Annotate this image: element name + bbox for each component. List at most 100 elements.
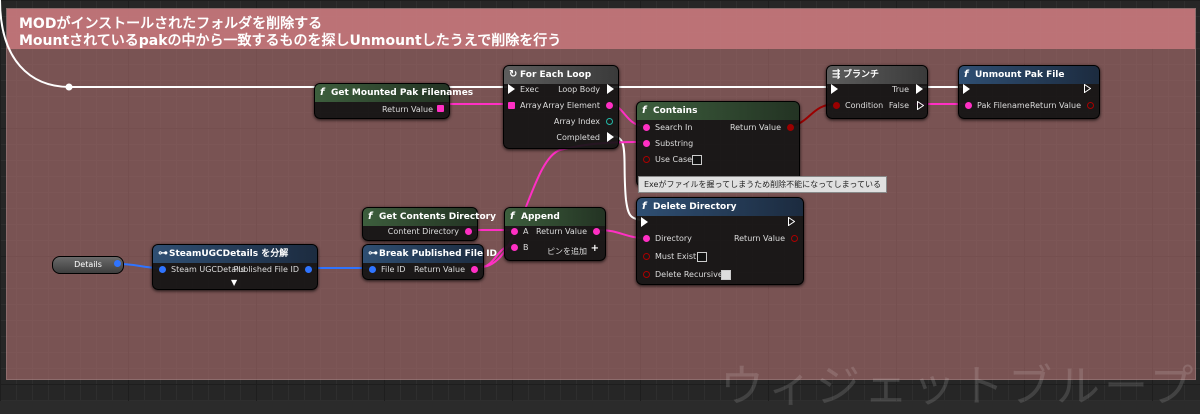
exec-out-pin-unconnected[interactable] [917, 101, 924, 110]
pin-label-return-value: Return Value [1029, 101, 1081, 110]
string-pin[interactable] [643, 124, 650, 131]
pin-label-array-index: Array Index [553, 117, 600, 126]
node-title: Break Published File ID [379, 249, 498, 259]
exec-in-pin[interactable] [641, 217, 648, 227]
bool-pin[interactable] [787, 124, 794, 131]
node-break-published-file-id[interactable]: ⊶ Break Published File ID File ID Return … [362, 244, 497, 280]
bool-pin[interactable] [791, 235, 798, 242]
branch-icon: ⇶ [832, 69, 841, 80]
exec-out-pin[interactable] [607, 132, 614, 142]
function-icon: f [642, 201, 647, 212]
expand-arrow-icon[interactable]: ▼ [231, 278, 237, 287]
struct-pin[interactable] [305, 266, 312, 273]
node-append[interactable]: f Append A B Return Value ピンを追加 + [504, 207, 606, 261]
variable-label: Details [74, 260, 102, 269]
node-unmount-pak-file[interactable]: f Unmount Pak File Pak Filename Return Va… [958, 65, 1100, 119]
string-pin[interactable] [965, 102, 972, 109]
break-struct-icon: ⊶ [368, 248, 378, 259]
delete-recursively-checkbox[interactable] [721, 270, 731, 280]
pin-label-b: B [523, 243, 529, 252]
pin-label-delete-recursively: Delete Recursively [655, 270, 730, 279]
node-title: Get Mounted Pak Filenames [331, 88, 474, 98]
pin-label-array-element: Array Element [542, 101, 600, 110]
break-struct-icon: ⊶ [158, 248, 168, 259]
function-icon: f [642, 105, 647, 116]
pin-label-loop-body: Loop Body [558, 85, 600, 94]
node-get-mounted-pak-filenames[interactable]: f Get Mounted Pak Filenames Return Value [314, 83, 473, 119]
pin-label-array: Array [520, 101, 542, 110]
string-pin[interactable] [471, 266, 478, 273]
node-break-steam-ugc-details[interactable]: ⊶ SteamUGCDetails を分解 Steam UGCDetails Pu… [152, 244, 318, 290]
node-title: Get Contents Directory [379, 212, 496, 222]
add-pin-label[interactable]: ピンを追加 [547, 246, 587, 257]
array-pin-icon[interactable] [508, 102, 515, 109]
wires-layer [0, 0, 966, 269]
function-icon: f [964, 69, 969, 80]
use-case-checkbox[interactable] [692, 155, 702, 165]
exec-wire [0, 0, 507, 88]
function-icon: f [510, 211, 515, 222]
node-for-each-loop[interactable]: ↻ For Each Loop Exec Array Loop Body Arra… [503, 65, 619, 149]
must-exist-checkbox[interactable] [697, 252, 707, 262]
bool-pin[interactable] [643, 156, 650, 163]
reroute-node [65, 83, 73, 91]
node-get-contents-directory[interactable]: f Get Contents Directory Content Director… [362, 207, 496, 241]
pin-label-search-in: Search In [655, 123, 693, 132]
int-pin[interactable] [606, 118, 613, 125]
string-pin[interactable] [465, 228, 472, 235]
pin-label-return-value: Return Value [413, 265, 465, 274]
node-title: Contains [653, 106, 698, 116]
pin-label-a: A [523, 227, 529, 236]
pin-label-use-case: Use Case [655, 155, 693, 164]
function-icon: f [320, 87, 325, 98]
exec-out-pin-unconnected[interactable] [788, 217, 795, 226]
pin-label-directory: Directory [655, 234, 692, 243]
node-title: Delete Directory [653, 202, 737, 212]
pin-label-return-value: Return Value [729, 123, 781, 132]
string-pin[interactable] [593, 228, 600, 235]
pin-label-return-value: Return Value [381, 105, 433, 114]
bool-pin[interactable] [643, 271, 650, 278]
node-branch[interactable]: ⇶ ブランチ Condition True False [826, 65, 928, 119]
pin-label-content-directory: Content Directory [387, 227, 459, 236]
string-pin[interactable] [511, 228, 518, 235]
exec-in-pin[interactable] [831, 84, 838, 94]
pin-label-true: True [892, 85, 909, 94]
exec-in-pin[interactable] [963, 84, 970, 94]
struct-pin[interactable] [159, 266, 166, 273]
bool-pin[interactable] [1087, 102, 1094, 109]
loop-icon: ↻ [509, 69, 518, 80]
exec-in-pin[interactable] [508, 84, 515, 94]
string-pin[interactable] [511, 244, 518, 251]
pin-label-substring: Substring [655, 139, 694, 148]
add-pin-icon[interactable]: + [591, 243, 599, 254]
node-delete-directory[interactable]: f Delete Directory Directory Return Value… [636, 197, 804, 285]
pin-label-false: False [888, 101, 909, 110]
string-pin[interactable] [643, 235, 650, 242]
bool-pin[interactable] [833, 102, 840, 109]
function-icon: f [368, 211, 373, 222]
node-comment-bubble: Exeがファイルを握ってしまうため削除不能になってしまっている [638, 176, 887, 193]
node-title: ブランチ [843, 70, 880, 80]
pin-label-must-exist: Must Exist [655, 252, 697, 261]
array-pin-icon[interactable] [437, 105, 444, 112]
string-pin[interactable] [643, 140, 650, 147]
node-title: SteamUGCDetails を分解 [169, 249, 289, 259]
bool-pin[interactable] [643, 253, 650, 260]
variable-details[interactable]: Details [52, 256, 124, 274]
pin-label-pak-filename: Pak Filename [977, 101, 1030, 110]
node-title: Append [521, 212, 560, 222]
exec-out-pin-unconnected[interactable] [1084, 84, 1091, 93]
exec-out-pin[interactable] [916, 84, 923, 94]
pin-label-exec: Exec [520, 85, 539, 94]
struct-pin[interactable] [369, 266, 376, 273]
string-pin[interactable] [606, 102, 613, 109]
struct-pin[interactable] [114, 260, 121, 267]
node-title: Unmount Pak File [975, 70, 1065, 80]
pin-label-file-id: File ID [381, 265, 406, 274]
node-contains[interactable]: f Contains Search In Substring Use Case R… [636, 101, 800, 187]
node-title: For Each Loop [520, 70, 592, 80]
exec-out-pin[interactable] [607, 84, 614, 94]
pin-label-published-file-id: Published File ID [233, 265, 299, 274]
pin-label-condition: Condition [845, 101, 884, 110]
